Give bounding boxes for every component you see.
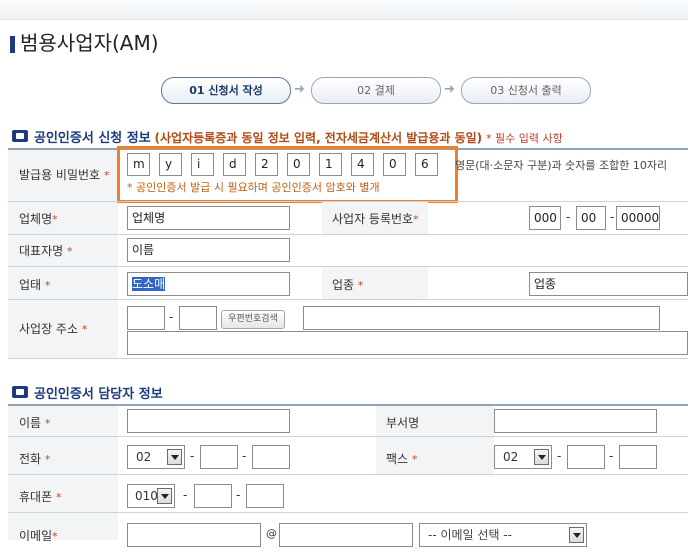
phone-last-input[interactable]: [252, 445, 290, 469]
email-domain-input[interactable]: [279, 523, 413, 547]
email-at-sign: @: [266, 527, 277, 540]
company-label: 업체명*: [19, 212, 58, 226]
phone-area-value: 02: [136, 450, 152, 464]
mobile-prefix-select[interactable]: 010: [127, 484, 175, 508]
section1-header: 공인인증서 신청 정보 (사업자등록증과 동일 정보 입력, 전자세금계산서 발…: [34, 127, 563, 146]
email-label: 이메일*: [19, 529, 58, 543]
email-domain-select[interactable]: -- 이메일 선택 --: [419, 523, 587, 547]
phone-mid-input[interactable]: [200, 445, 238, 469]
zip-input-2[interactable]: [179, 306, 217, 330]
ceo-label: 대표자명 *: [19, 244, 73, 258]
fax-area-select[interactable]: 02: [494, 445, 552, 469]
step-3-print[interactable]: 03 신청서 출력: [461, 77, 591, 104]
company-input[interactable]: 업체명: [127, 206, 290, 230]
password-rule: 영문(대·소문자 구분)과 숫자를 조합한 10자리: [455, 159, 668, 172]
bizno-part1[interactable]: 000: [529, 206, 561, 230]
ceo-input[interactable]: 이름: [127, 238, 290, 262]
card-icon: [12, 130, 28, 142]
biztype-input[interactable]: 도소매: [127, 272, 290, 296]
password-char-7[interactable]: 1: [319, 153, 342, 176]
address-line1-input[interactable]: [303, 306, 660, 330]
password-char-3[interactable]: i: [191, 153, 214, 176]
label-column-bg: [8, 150, 118, 540]
chevron-down-icon: [569, 527, 584, 543]
password-char-5[interactable]: 2: [255, 153, 278, 176]
row-divider: [8, 436, 688, 437]
email-select-value: -- 이메일 선택 --: [428, 528, 512, 542]
zip-input-1[interactable]: [127, 306, 165, 330]
section1-title: 공인인증서 신청 정보: [34, 131, 151, 146]
mobile-label: 휴대폰 *: [19, 490, 62, 504]
bizitem-input[interactable]: 업종: [529, 272, 688, 296]
chevron-down-icon: [157, 488, 172, 504]
fax-mid-input[interactable]: [567, 445, 605, 469]
phone-area-select[interactable]: 02: [127, 445, 185, 469]
zip-search-button[interactable]: 우편번호검색: [221, 310, 285, 329]
step-1-write-application[interactable]: 01 신청서 작성: [161, 77, 291, 104]
section1-subtitle: (사업자등록증과 동일 정보 입력, 전자세금계산서 발급용과 동일): [154, 131, 483, 145]
row-divider: [8, 474, 688, 475]
chevron-down-icon: [167, 449, 182, 465]
password-char-9[interactable]: 0: [383, 153, 406, 176]
row-divider: [8, 512, 688, 513]
mobile-last-input[interactable]: [246, 484, 284, 508]
chevron-down-icon: [534, 449, 549, 465]
bizno-label: 사업자 등록번호*: [332, 212, 419, 226]
title-marker: [10, 36, 15, 53]
dept-label: 부서명: [386, 416, 420, 430]
dash: -: [236, 488, 241, 502]
fax-label: 팩스 *: [386, 452, 418, 466]
password-hint: * 공인인증서 발급 시 필요하며 공인인증서 암호와 별개: [127, 181, 380, 194]
dash: -: [609, 449, 614, 463]
bizno-part3[interactable]: 00000: [616, 206, 660, 230]
mobile-prefix-value: 010: [135, 489, 158, 503]
dash: -: [190, 449, 195, 463]
dash: -: [557, 449, 562, 463]
dash: -: [610, 210, 615, 224]
dash: -: [169, 310, 174, 324]
dash: -: [566, 210, 571, 224]
row-divider: [8, 234, 688, 235]
top-strip: [0, 0, 688, 20]
biztype-label: 업태 *: [19, 278, 51, 292]
contact-name-label: 이름 *: [19, 416, 51, 430]
required-note: * 필수 입력 사항: [486, 132, 563, 145]
row-divider: [8, 299, 688, 300]
contact-name-input[interactable]: [127, 409, 290, 433]
address-line2-input[interactable]: [127, 331, 688, 355]
step-arrow-1: ➜: [294, 82, 305, 97]
fax-last-input[interactable]: [619, 445, 657, 469]
mobile-mid-input[interactable]: [194, 484, 232, 508]
bizno-part2[interactable]: 00: [576, 206, 606, 230]
password-char-8[interactable]: 4: [351, 153, 374, 176]
step-2-payment[interactable]: 02 결제: [311, 77, 441, 104]
password-char-6[interactable]: 0: [287, 153, 310, 176]
step-arrow-2: ➜: [444, 82, 455, 97]
biztype-selected-text: 도소매: [132, 277, 166, 291]
fax-area-value: 02: [503, 450, 519, 464]
phone-label: 전화 *: [19, 452, 51, 466]
page-title: 범용사업자(AM): [20, 31, 159, 55]
password-char-4[interactable]: d: [223, 153, 246, 176]
dash: -: [183, 488, 188, 502]
email-id-input[interactable]: [127, 523, 261, 547]
password-char-2[interactable]: y: [159, 153, 182, 176]
password-label: 발급용 비밀번호 *: [19, 168, 110, 182]
dash: -: [242, 449, 247, 463]
password-char-10[interactable]: 6: [415, 153, 438, 176]
address-label: 사업장 주소 *: [19, 322, 88, 336]
bizitem-label: 업종 *: [332, 278, 364, 292]
password-char-1[interactable]: m: [127, 153, 150, 176]
dept-input[interactable]: [494, 409, 657, 433]
section2-title: 공인인증서 담당자 정보: [34, 387, 163, 402]
card-icon: [12, 386, 28, 398]
table2-top-border: [8, 404, 688, 406]
